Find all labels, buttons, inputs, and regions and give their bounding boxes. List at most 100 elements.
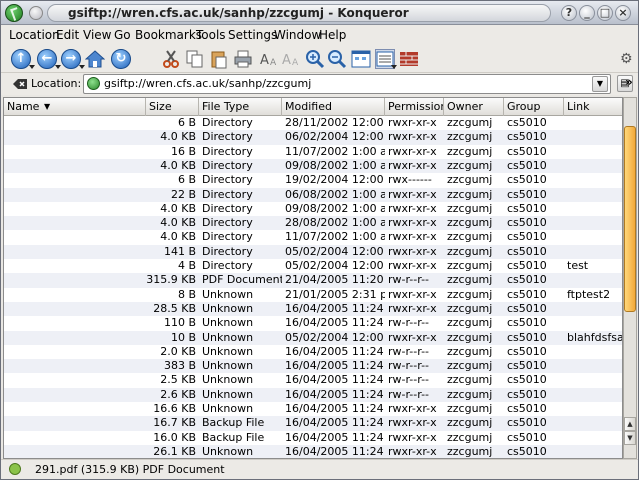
table-row[interactable]: es-cert-request216.6 KBUnknown16/04/2005… [4, 402, 622, 416]
file-type-cell: Unknown [202, 316, 254, 330]
menu-help[interactable]: Help [319, 28, 346, 42]
zoom-in-icon[interactable] [305, 49, 325, 69]
column-file-type[interactable]: File Type [199, 98, 282, 116]
table-row[interactable]: ex126.1 KBUnknown16/04/2005 11:24 amrwxr… [4, 444, 622, 458]
table-row[interactable]: test141 BDirectory05/02/2004 12:00 amrwx… [4, 244, 622, 259]
print-icon[interactable] [233, 49, 253, 69]
location-input[interactable]: gsiftp://wren.cfs.ac.uk/sanhp/zzcgumj ▼ [83, 74, 611, 94]
vertical-scrollbar[interactable]: ▲ ▼ [623, 97, 637, 459]
file-owner-cell: zzcgumj [447, 344, 493, 358]
table-row[interactable]: SAMD4.0 KBDirectory28/08/2002 1:00 amrwx… [4, 216, 622, 231]
file-group-cell: cs5010 [507, 287, 547, 301]
cut-icon[interactable] [161, 49, 181, 69]
file-link-cell: ftptest2 [567, 287, 611, 301]
copy-icon[interactable] [185, 49, 205, 69]
table-row[interactable]: curl4.0 KBDirectory06/02/2004 12:00 amrw… [4, 130, 622, 145]
column-modified[interactable]: Modified [282, 98, 385, 116]
table-row[interactable]: works4 BDirectory05/02/2004 12:00 amrwxr… [4, 259, 622, 273]
table-row[interactable]: argfile110 BUnknown16/04/2005 11:24 amrw… [4, 316, 622, 330]
table-row[interactable]: a.out28.5 KBUnknown16/04/2005 11:24 amrw… [4, 301, 622, 317]
table-row[interactable]: rji_files22 BDirectory06/08/2002 1:00 am… [4, 187, 622, 202]
menu-window[interactable]: Window [274, 28, 321, 42]
file-group-cell: cs5010 [507, 416, 547, 430]
scroll-down-icon[interactable]: ▼ [624, 431, 636, 445]
sticky-pin-icon[interactable] [29, 6, 43, 20]
file-link-cell: blahfdsfsa [567, 330, 623, 344]
file-group-cell: cs5010 [507, 173, 547, 187]
file-modified-cell: 09/08/2002 1:00 am [285, 158, 385, 172]
up-history-caret-icon[interactable] [29, 65, 35, 69]
table-row[interactable]: env2.5 KBUnknown16/04/2005 11:24 amrw-r-… [4, 373, 622, 387]
help-button[interactable]: ? [561, 5, 577, 21]
view-mode-caret-icon[interactable] [391, 65, 397, 69]
table-row[interactable]: samd4.0 KBDirectory09/08/2002 1:00 amrwx… [4, 202, 622, 216]
scroll-up-icon[interactable]: ▲ [624, 417, 636, 431]
table-row[interactable]: broken10 BUnknown05/02/2004 12:00 amrwxr… [4, 330, 623, 345]
status-bar: 291.pdf (315.9 KB) PDF Document [1, 459, 638, 479]
forward-icon[interactable]: → [61, 49, 81, 69]
file-type-cell: Directory [202, 173, 253, 187]
table-row[interactable]: newsamd4.0 KBDirectory09/08/2002 1:00 am… [4, 158, 622, 174]
back-history-caret-icon[interactable] [55, 65, 61, 69]
toolbar-gear-icon[interactable]: ⚙ [620, 51, 633, 67]
toolbar-extension-chevron-icon[interactable]: » [625, 75, 633, 89]
file-owner-cell: zzcgumj [447, 273, 493, 287]
column-permissions[interactable]: Permissions [385, 98, 444, 116]
table-row[interactable]: es-cert-request2~16.7 KBBackup File16/04… [4, 416, 622, 431]
file-perm-cell: rwxr-xr-x [388, 144, 437, 158]
file-size-cell: 16 B [170, 144, 196, 158]
zoom-out-icon[interactable] [327, 49, 347, 69]
table-row[interactable]: 291.pdf315.9 KBPDF Document21/04/2005 11… [4, 273, 622, 288]
close-button[interactable]: × [615, 5, 631, 21]
decrease-font-icon[interactable]: AA [281, 49, 301, 69]
file-size-cell: 4.0 KB [160, 158, 196, 172]
file-list-view[interactable]: Name ▼ Size File Type Modified Permissio… [3, 97, 623, 459]
table-row[interactable]: envglob2.6 KBUnknown16/04/2005 11:24 amr… [4, 387, 622, 402]
sort-descending-icon: ▼ [44, 102, 51, 111]
column-name[interactable]: Name ▼ [4, 98, 146, 116]
file-size-cell: 22 B [170, 187, 196, 201]
menu-edit[interactable]: Edit [56, 28, 79, 42]
location-dropdown-icon[interactable]: ▼ [592, 76, 608, 92]
file-perm-cell: rwxr-xr-x [388, 130, 437, 144]
table-row[interactable]: afs6 BDirectory28/11/2002 12:00 amrwxr-x… [4, 116, 622, 130]
back-icon[interactable]: ← [37, 49, 57, 69]
table-row[interactable]: es-cert-request2.old16.0 KBBackup File16… [4, 431, 622, 445]
clear-location-icon[interactable] [13, 77, 27, 91]
icon-view-icon[interactable] [351, 49, 371, 69]
firewall-icon[interactable] [399, 49, 419, 69]
menu-location[interactable]: Location [9, 28, 60, 42]
menu-go[interactable]: Go [114, 28, 131, 42]
home-icon[interactable] [84, 49, 106, 69]
minimize-button[interactable]: _ [579, 5, 595, 21]
scrollbar-thumb[interactable] [624, 126, 636, 312]
file-perm-cell: rwxr-xr-x [388, 230, 437, 244]
table-row[interactable]: control383 BUnknown16/04/2005 11:24 amrw… [4, 359, 622, 374]
file-perm-cell: rwxr-xr-x [388, 416, 437, 430]
column-group[interactable]: Group [504, 98, 564, 116]
column-link[interactable]: Link [564, 98, 622, 116]
paste-icon[interactable] [209, 49, 229, 69]
file-type-cell: Directory [202, 216, 253, 230]
menu-view[interactable]: View [83, 28, 111, 42]
column-size[interactable]: Size [146, 98, 199, 116]
table-row[interactable]: aaaa8 BUnknown21/01/2005 2:31 pmrwxr-xr-… [4, 287, 622, 302]
maximize-button[interactable]: □ [597, 5, 613, 21]
table-row[interactable]: comma.out2.0 KBUnknown16/04/2005 11:24 a… [4, 344, 622, 359]
title-bar[interactable]: gsiftp://wren.cfs.ac.uk/sanhp/zzcgumj - … [1, 1, 638, 25]
file-owner-cell: zzcgumj [447, 359, 493, 373]
table-row[interactable]: temp4.0 KBDirectory11/07/2002 1:00 amrwx… [4, 230, 622, 244]
file-owner-cell: zzcgumj [447, 387, 493, 401]
menu-tools[interactable]: Tools [196, 28, 226, 42]
menu-settings[interactable]: Settings [228, 28, 277, 42]
konqueror-app-icon[interactable] [5, 4, 23, 22]
reload-icon[interactable]: ↻ [111, 49, 131, 69]
increase-font-icon[interactable]: AA [259, 49, 279, 69]
file-type-cell: Backup File [202, 416, 265, 430]
file-group-cell: cs5010 [507, 316, 547, 330]
table-row[interactable]: grid16 BDirectory11/07/2002 1:00 amrwxr-… [4, 144, 622, 159]
table-row[interactable]: nsmail6 BDirectory19/02/2004 12:00 amrwx… [4, 173, 622, 187]
column-owner[interactable]: Owner [444, 98, 504, 116]
up-icon[interactable]: ↑ [11, 49, 31, 69]
menu-bookmarks[interactable]: Bookmarks [135, 28, 202, 42]
